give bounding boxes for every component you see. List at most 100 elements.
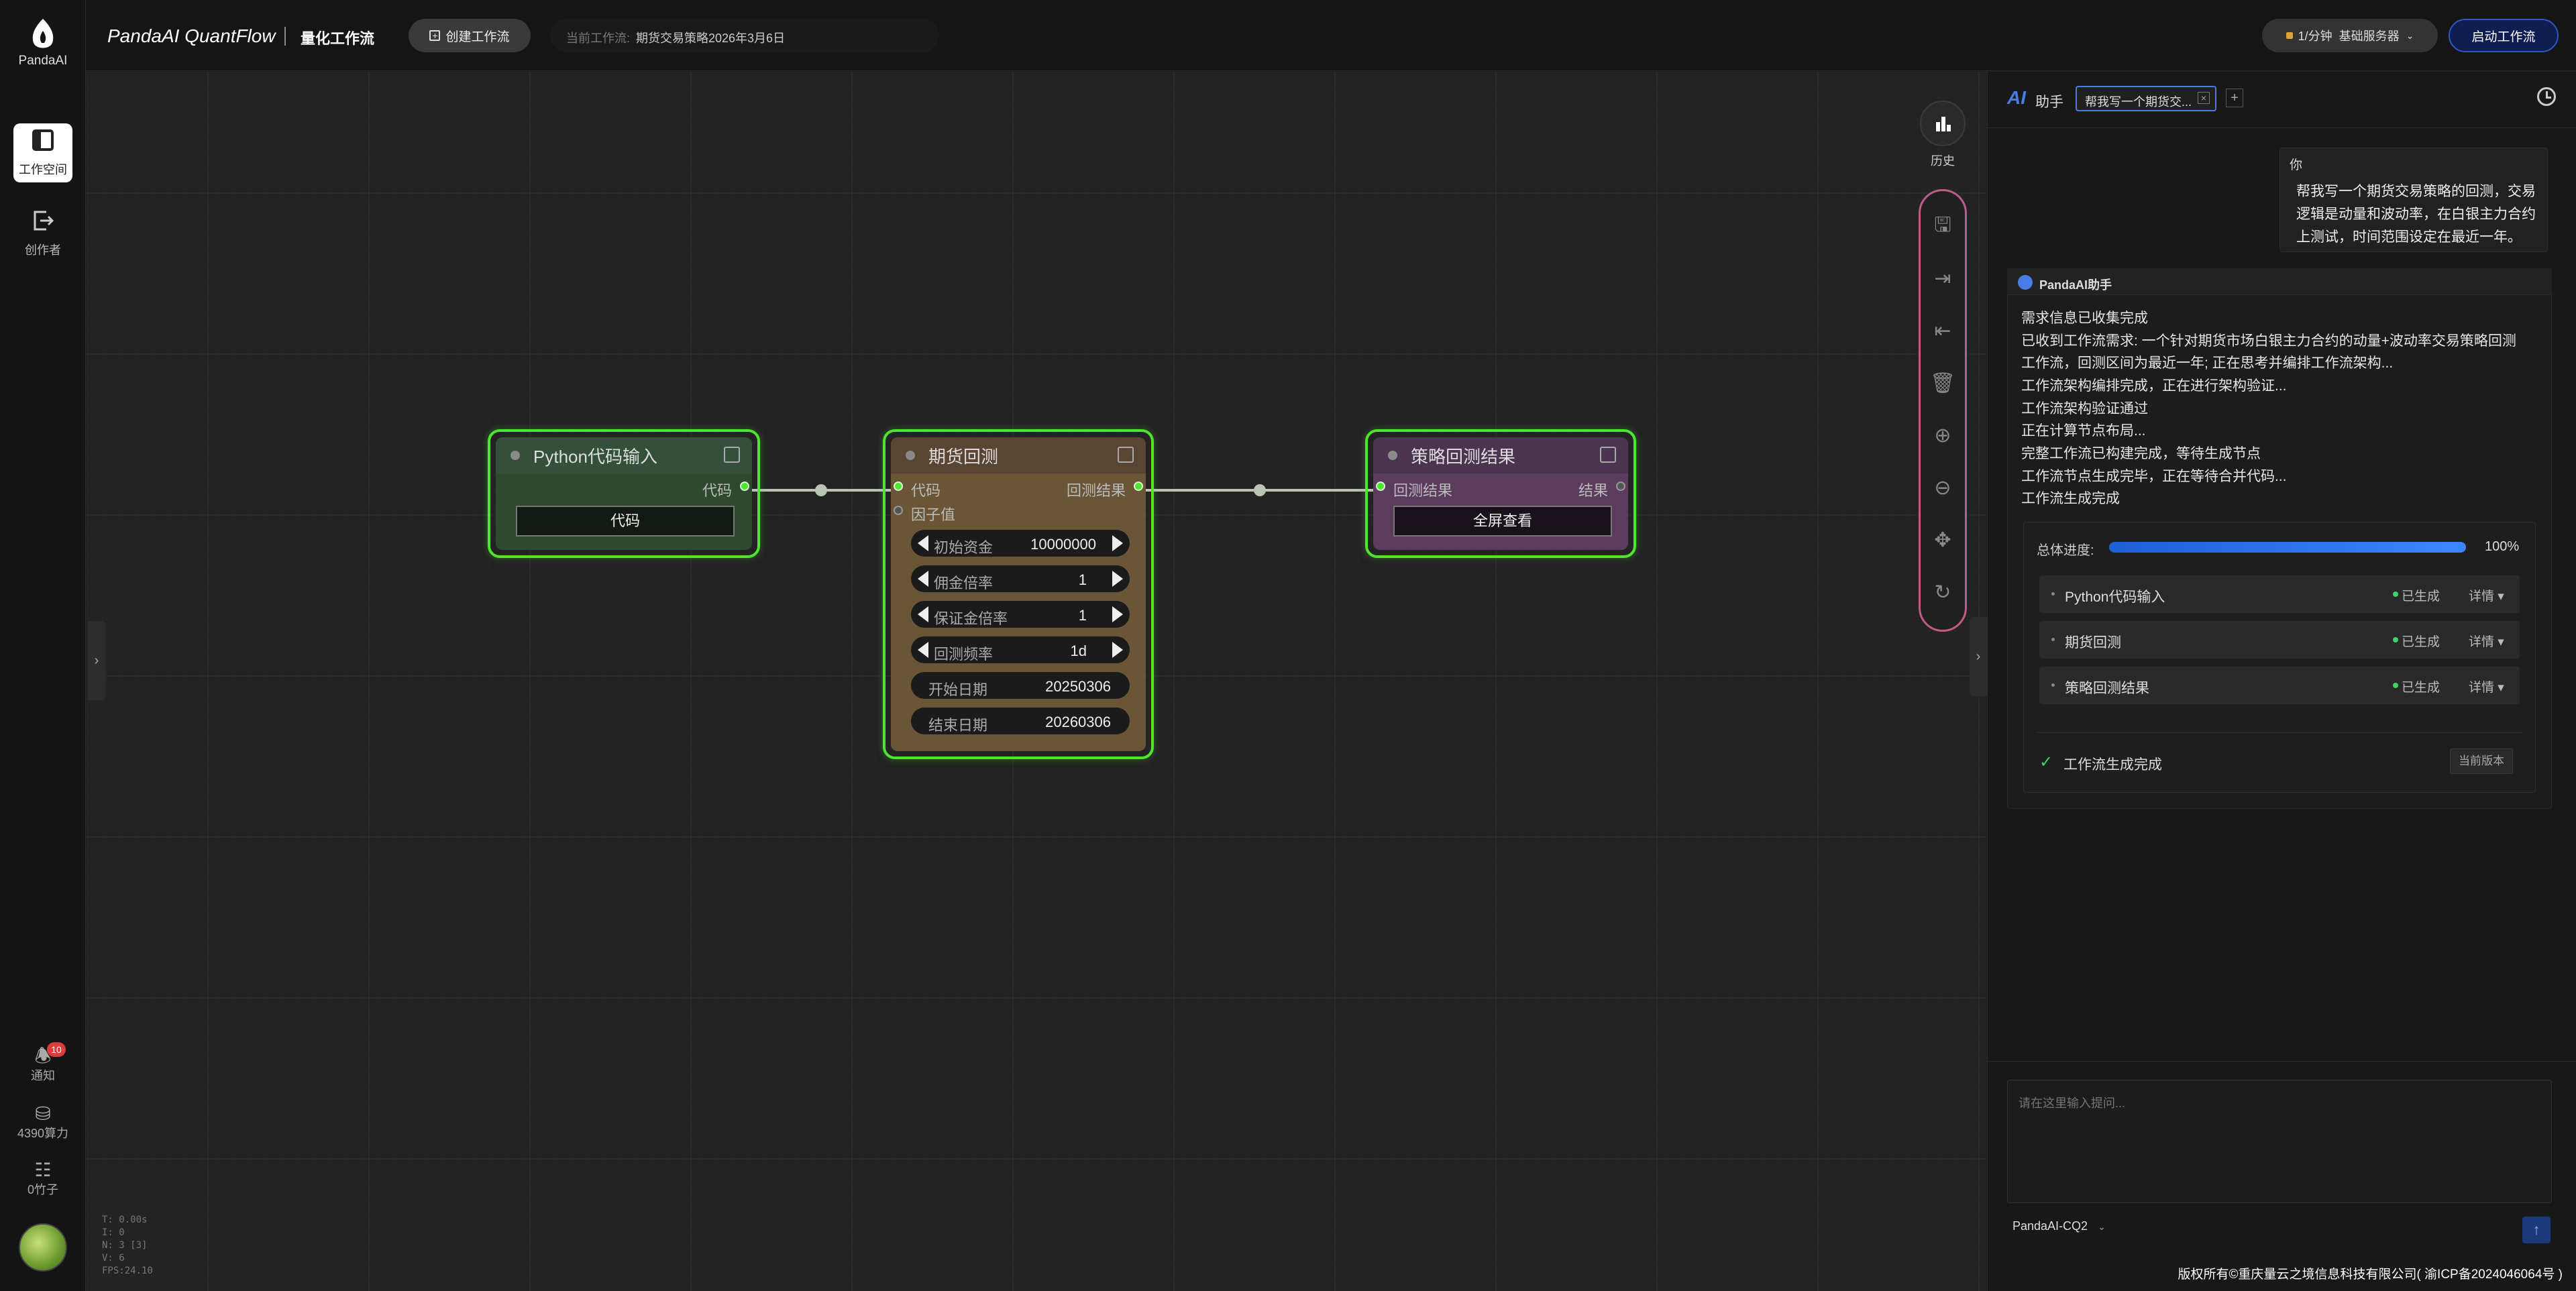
clock-icon[interactable] bbox=[2537, 87, 2556, 106]
step-python-input[interactable]: Python代码输入 已生成 详情 ▾ bbox=[2039, 575, 2520, 613]
title-divider bbox=[284, 27, 286, 46]
edit-icon[interactable] bbox=[724, 447, 740, 463]
nav-compute[interactable]: ⛁ 4390算力 bbox=[0, 1104, 86, 1141]
assistant-line: 正在计算节点布局... bbox=[2021, 423, 2146, 439]
nav-creator[interactable]: 创作者 bbox=[13, 204, 72, 263]
ai-chat-tab[interactable]: 帮我写一个期货交... × bbox=[2076, 86, 2216, 111]
zoom-out-icon[interactable]: ⊖ bbox=[1929, 475, 1956, 502]
assistant-line: 工作流架构验证通过 bbox=[2021, 401, 2148, 416]
progress-track bbox=[2109, 542, 2466, 553]
node-python-body: 代码 代码 bbox=[496, 473, 752, 550]
left-collapse-handle[interactable]: › bbox=[88, 621, 105, 700]
decrement-arrow-icon[interactable] bbox=[918, 642, 928, 658]
canvas-toolbar bbox=[1919, 189, 1967, 632]
app-title: PandaAI QuantFlow bbox=[107, 25, 276, 46]
edit-icon[interactable] bbox=[1600, 447, 1616, 463]
refresh-icon[interactable]: ↻ bbox=[1929, 579, 1956, 606]
step-detail-toggle[interactable]: 详情 ▾ bbox=[2469, 632, 2504, 650]
node-futures-backtest[interactable]: 期货回测 代码 回测结果 因子值 初始资金 10000000 佣金倍率 1 保证… bbox=[883, 429, 1154, 759]
current-version-button[interactable]: 当前版本 bbox=[2450, 748, 2513, 774]
avatar[interactable] bbox=[19, 1223, 67, 1272]
increment-arrow-icon[interactable] bbox=[1112, 571, 1123, 587]
assistant-line: 工作流，回测区间为最近一年; 正在思考并编排工作流架构... bbox=[2021, 355, 2394, 371]
slot-result-in: 回测结果 bbox=[1393, 482, 1453, 499]
nav-creator-label: 创作者 bbox=[25, 243, 61, 257]
decrement-arrow-icon[interactable] bbox=[918, 606, 928, 622]
trash-icon[interactable]: 🗑 bbox=[1929, 370, 1956, 397]
decrement-arrow-icon[interactable] bbox=[918, 535, 928, 551]
start-workflow-button[interactable]: 启动工作流 bbox=[2449, 19, 2559, 52]
app-subtitle: 量化工作流 bbox=[301, 30, 375, 47]
right-collapse-handle[interactable]: › bbox=[1970, 617, 1987, 696]
node-python-header[interactable]: Python代码输入 bbox=[496, 437, 752, 473]
user-message-line: 逻辑是动量和波动率，在白银主力合约 bbox=[2296, 207, 2536, 222]
slot-result-in-dot[interactable] bbox=[1376, 482, 1385, 491]
new-tab-button[interactable]: + bbox=[2226, 89, 2243, 107]
move-icon[interactable]: ✥ bbox=[1929, 527, 1956, 554]
server-select[interactable]: 1/分钟 基础服务器 ⌄ bbox=[2262, 19, 2438, 52]
ai-question-input[interactable] bbox=[2007, 1080, 2552, 1203]
widget-commission-multiplier[interactable]: 佣金倍率 1 bbox=[911, 565, 1130, 592]
widget-backtest-frequency[interactable]: 回测频率 1d bbox=[911, 636, 1130, 663]
node-python-title: Python代码输入 bbox=[533, 446, 657, 467]
zoom-in-icon[interactable]: ⊕ bbox=[1929, 423, 1956, 449]
nav-workspace[interactable]: 工作空间 bbox=[13, 123, 72, 182]
close-icon[interactable]: × bbox=[2198, 92, 2210, 104]
step-name: Python代码输入 bbox=[2065, 590, 2165, 605]
export-icon[interactable]: ⇥ bbox=[1929, 266, 1956, 292]
increment-arrow-icon[interactable] bbox=[1112, 606, 1123, 622]
step-backtest-result[interactable]: 策略回测结果 已生成 详情 ▾ bbox=[2039, 667, 2520, 704]
step-detail-toggle[interactable]: 详情 ▾ bbox=[2469, 586, 2504, 604]
create-workflow-button[interactable]: + 创建工作流 bbox=[409, 19, 531, 52]
assistant-line: 工作流架构编排完成，正在进行架构验证... bbox=[2021, 378, 2287, 394]
slot-code-out-dot[interactable] bbox=[740, 482, 749, 491]
model-select[interactable]: PandaAI-CQ2 ⌄ bbox=[2012, 1219, 2106, 1233]
step-status: 已生成 bbox=[2402, 681, 2440, 695]
current-workflow-field[interactable]: 当前工作流: 期货交易策略2026年3月6日 bbox=[550, 19, 939, 52]
ai-title: 助手 bbox=[2035, 95, 2063, 110]
code-button[interactable]: 代码 bbox=[516, 506, 735, 537]
node-futures-header[interactable]: 期货回测 bbox=[891, 437, 1146, 473]
widget-start-date[interactable]: 开始日期 20250306 bbox=[911, 672, 1130, 699]
step-detail-toggle[interactable]: 详情 ▾ bbox=[2469, 677, 2504, 695]
slot-factor-in-dot[interactable] bbox=[894, 506, 903, 515]
slot-result-out-dot[interactable] bbox=[1616, 482, 1625, 491]
server-dot-icon bbox=[2286, 32, 2293, 39]
decrement-arrow-icon[interactable] bbox=[918, 571, 928, 587]
widget-initial-capital[interactable]: 初始资金 10000000 bbox=[911, 530, 1130, 557]
top-bar: PandaAI QuantFlow 量化工作流 + 创建工作流 当前工作流: 期… bbox=[86, 0, 2576, 71]
increment-arrow-icon[interactable] bbox=[1112, 535, 1123, 551]
node-result-header[interactable]: 策略回测结果 bbox=[1373, 437, 1628, 473]
nav-notify[interactable]: 🕭 10 通知 bbox=[0, 1042, 86, 1084]
widget-end-date[interactable]: 结束日期 20260306 bbox=[911, 708, 1130, 734]
nav-bamboo[interactable]: ☷ 0竹子 bbox=[0, 1160, 86, 1198]
stat-visible: V: 6 bbox=[102, 1253, 125, 1264]
assistant-line: 已收到工作流需求: 一个针对期货市场白银主力合约的动量+波动率交易策略回测 bbox=[2021, 333, 2516, 349]
widget-margin-multiplier[interactable]: 保证金倍率 1 bbox=[911, 601, 1130, 628]
fullscreen-view-button[interactable]: 全屏查看 bbox=[1393, 506, 1612, 537]
node-backtest-result[interactable]: 策略回测结果 回测结果 结果 全屏查看 bbox=[1365, 429, 1636, 558]
status-dot-icon bbox=[2393, 683, 2398, 688]
left-sidebar: PandaAI 工作空间 创作者 🕭 10 通知 ⛁ 4390算力 ☷ 0竹子 bbox=[0, 0, 86, 1291]
history-button[interactable] bbox=[1920, 101, 1966, 146]
panda-logo[interactable] bbox=[25, 17, 60, 52]
step-name: 策略回测结果 bbox=[2065, 681, 2149, 696]
ai-input-divider bbox=[1987, 1061, 2576, 1062]
widget-value: 10000000 bbox=[1030, 536, 1096, 553]
save-icon[interactable]: 🖫 bbox=[1929, 212, 1956, 239]
compute-label: 4390算力 bbox=[17, 1127, 69, 1140]
creator-icon bbox=[32, 209, 54, 237]
edit-icon[interactable] bbox=[1118, 447, 1134, 463]
step-futures-backtest[interactable]: 期货回测 已生成 详情 ▾ bbox=[2039, 621, 2520, 659]
bell-icon: 🕭 bbox=[34, 1046, 52, 1066]
send-button[interactable]: ↑ bbox=[2522, 1217, 2551, 1243]
increment-arrow-icon[interactable] bbox=[1112, 642, 1123, 658]
progress-divider bbox=[2037, 732, 2522, 733]
node-status-dot bbox=[1388, 451, 1397, 460]
slot-backtest-out-dot[interactable] bbox=[1134, 482, 1143, 491]
slot-code-in-dot[interactable] bbox=[894, 482, 903, 491]
node-python-input[interactable]: Python代码输入 代码 代码 bbox=[488, 429, 760, 558]
nav-workspace-label: 工作空间 bbox=[19, 162, 67, 176]
node-status-dot bbox=[906, 451, 915, 460]
import-icon[interactable]: ⇤ bbox=[1929, 318, 1956, 345]
